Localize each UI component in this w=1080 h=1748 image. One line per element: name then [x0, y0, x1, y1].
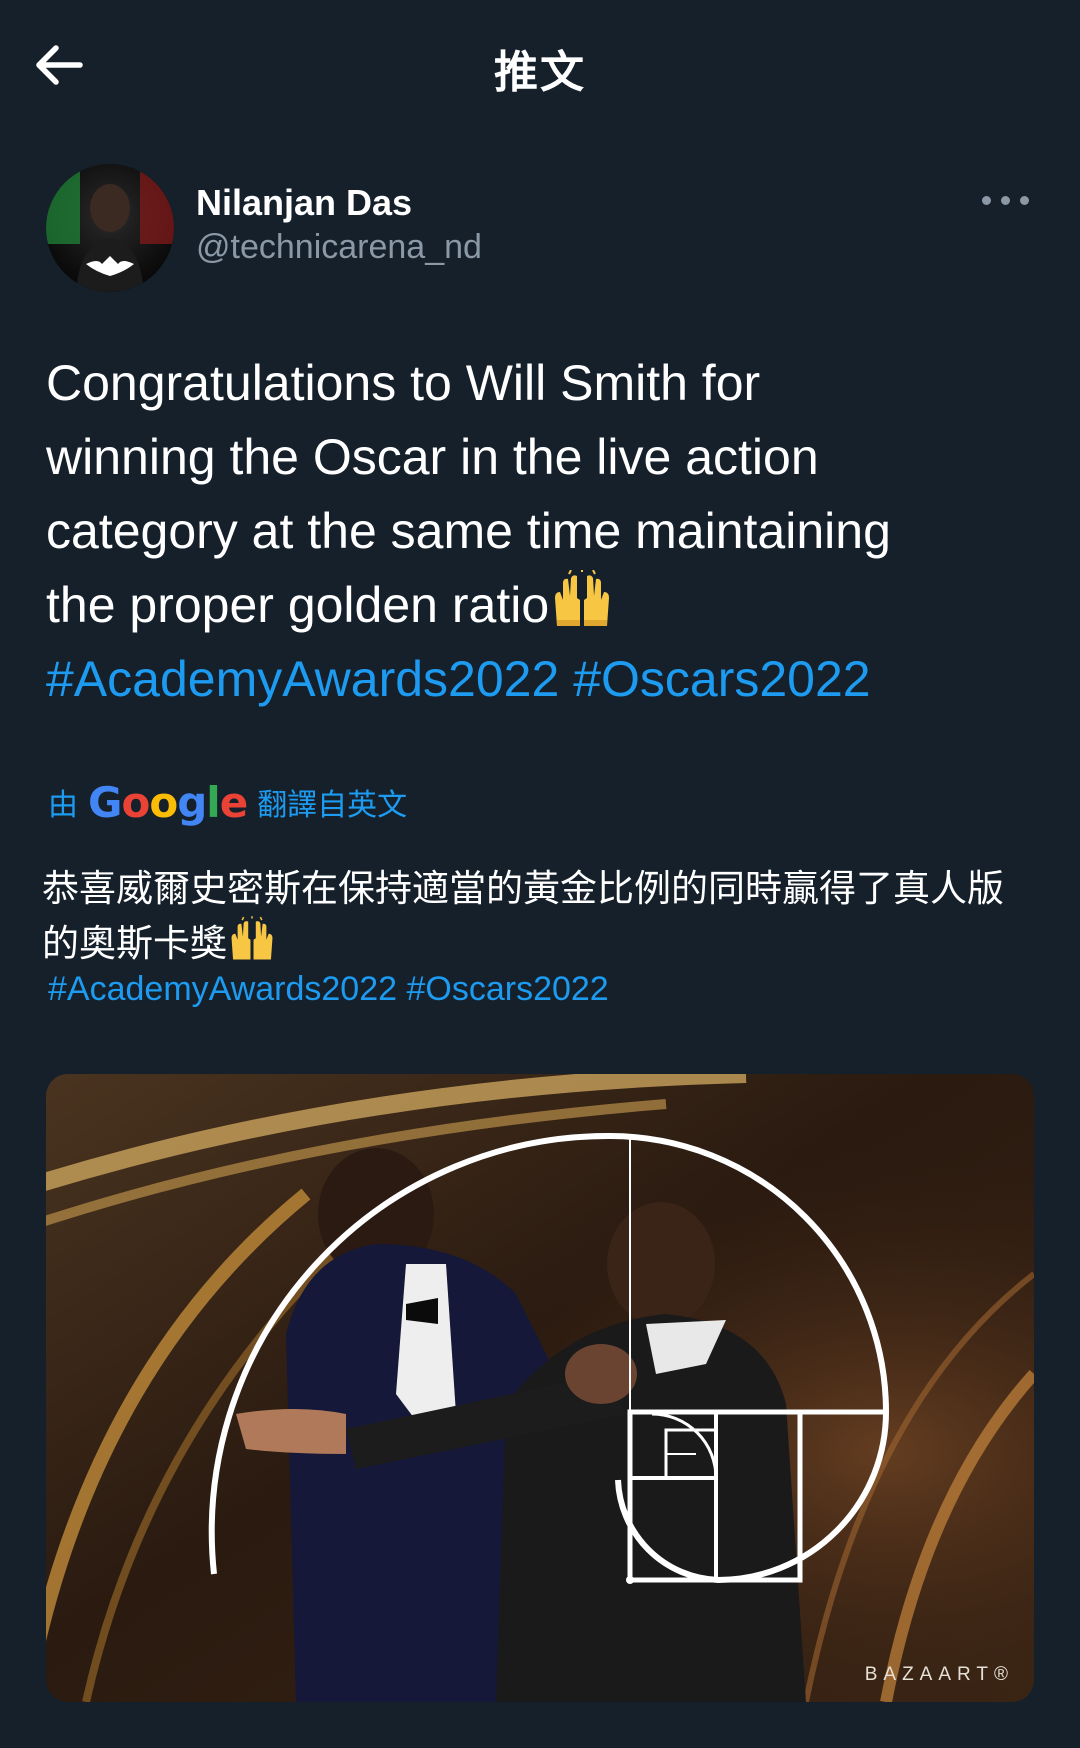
raising-hands-emoji	[555, 570, 610, 626]
hashtag-link[interactable]: #AcademyAwards2022	[48, 970, 397, 1008]
translated-by-google[interactable]: 由 Google 翻譯自英文	[48, 777, 408, 827]
top-bar: 推文	[0, 0, 1080, 130]
author-name[interactable]: Nilanjan Das	[196, 182, 412, 224]
tweet-line-last: the proper golden ratio	[46, 568, 1036, 642]
google-logo: Google	[88, 777, 248, 827]
author-handle: @technicarena_nd	[196, 228, 482, 266]
tweet-media-image[interactable]: BAZAART®	[46, 1074, 1034, 1702]
more-horizontal-icon[interactable]	[980, 186, 1032, 216]
hashtag-link[interactable]: #Oscars2022	[406, 970, 608, 1008]
translated-line: 的奧斯卡獎	[42, 922, 227, 965]
hashtag-link[interactable]: #Oscars2022	[573, 651, 870, 707]
raising-hands-emoji	[231, 916, 273, 960]
translated-by-prefix: 由	[48, 789, 78, 822]
golden-ratio-photo	[46, 1074, 1034, 1702]
avatar-image	[46, 164, 174, 292]
translated-text: 恭喜威爾史密斯在保持適當的黃金比例的同時贏得了真人版 的奧斯卡獎	[42, 862, 1042, 971]
translated-hashtags: #AcademyAwards2022 #Oscars2022	[48, 970, 609, 1009]
tweet-line: category at the same time maintaining	[46, 503, 891, 559]
translated-line-last: 的奧斯卡獎	[42, 916, 1042, 971]
avatar[interactable]	[46, 164, 174, 292]
tweet-line: winning the Oscar in the live action	[46, 429, 819, 485]
page-title: 推文	[494, 47, 586, 98]
tweet-text: Congratulations to Will Smith for winnin…	[46, 346, 1036, 716]
hashtag-link[interactable]: #AcademyAwards2022	[46, 651, 559, 707]
media-watermark: BAZAART®	[864, 1664, 1014, 1685]
tweet-line: Congratulations to Will Smith for	[46, 355, 761, 411]
tweet-hashtags: #AcademyAwards2022 #Oscars2022	[46, 642, 1036, 716]
tweet-line: the proper golden ratio	[46, 577, 550, 633]
translated-suffix: 翻譯自英文	[257, 789, 408, 822]
translated-line: 恭喜威爾史密斯在保持適當的黃金比例的同時贏得了真人版	[42, 867, 1004, 910]
